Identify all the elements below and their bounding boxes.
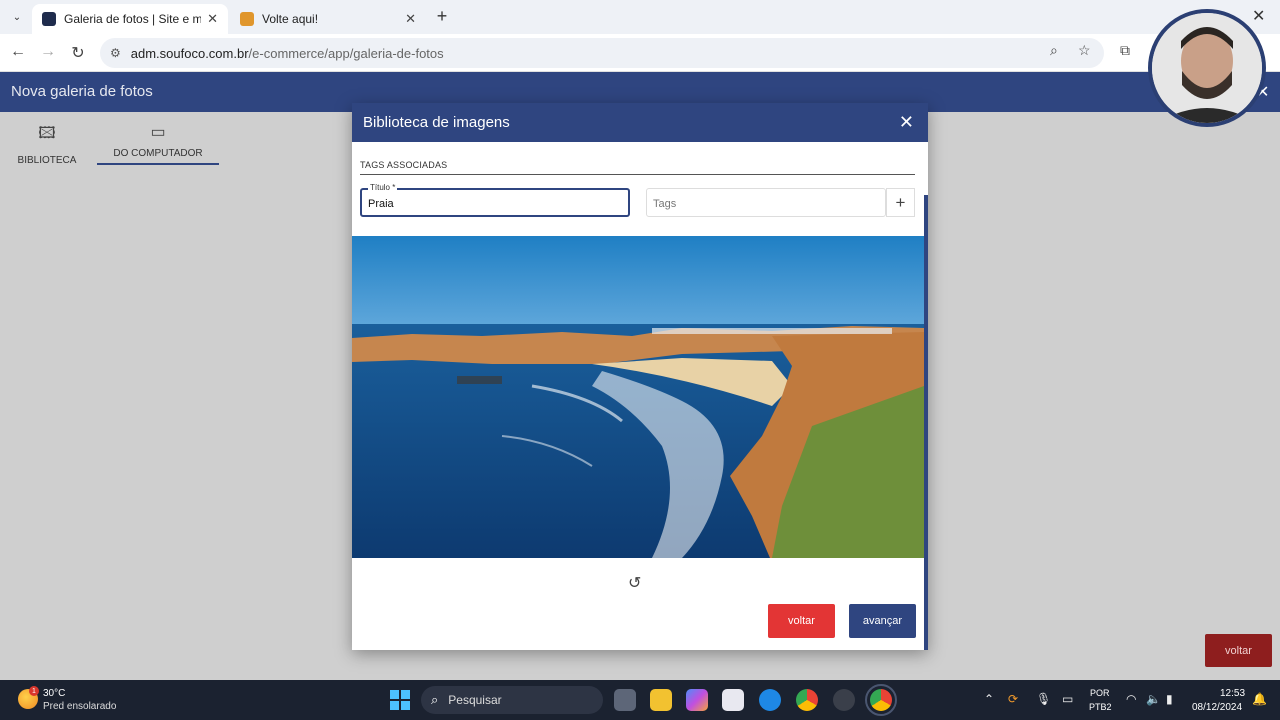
laptop-icon: ▭ <box>150 124 166 141</box>
next-button[interactable]: avançar <box>849 604 916 638</box>
microphone-icon[interactable]: 🎙 <box>1036 692 1051 706</box>
plus-icon: + <box>895 192 906 212</box>
tab-label: BIBLIOTECA <box>17 155 77 166</box>
windows-start-icon[interactable] <box>390 690 410 710</box>
tray-chevron-icon[interactable]: ⌃ <box>984 692 994 706</box>
title-field[interactable]: Título * <box>360 183 630 217</box>
title-field-label: Título * <box>368 183 398 192</box>
search-label: Pesquisar <box>448 693 502 707</box>
url-host: adm.soufoco.com.br <box>130 45 249 61</box>
add-tag-button[interactable]: + <box>886 188 915 217</box>
extensions-icon[interactable]: ⧉ <box>1120 42 1130 59</box>
back-button[interactable]: voltar <box>1205 634 1272 667</box>
tab-title: Volte aqui! <box>262 12 319 26</box>
page-title: Nova galeria de fotos <box>11 83 153 100</box>
tab-title: Galeria de fotos | Site e motor <box>64 12 202 26</box>
battery-saver-icon[interactable]: ▭ <box>1062 692 1073 706</box>
chrome-active-icon[interactable] <box>865 684 897 716</box>
task-view-icon[interactable] <box>614 689 636 711</box>
sync-icon[interactable]: ⟳ <box>1008 692 1018 706</box>
browser-tab-active[interactable]: Galeria de fotos | Site e motor ✕ <box>32 4 228 34</box>
scrollbar[interactable] <box>924 195 928 650</box>
battery-icon[interactable]: ▮ <box>1166 692 1173 706</box>
browser-tabstrip: ⌄ Galeria de fotos | Site e motor ✕ Volt… <box>0 0 1280 34</box>
weather-badge: 1 <box>29 686 39 696</box>
chrome-icon[interactable] <box>796 689 818 711</box>
url-text: adm.soufoco.com.br/e-commerce/app/galeri… <box>131 46 444 61</box>
keyboard-layout: PTB2 <box>1089 702 1112 712</box>
modal-header: Biblioteca de imagens <box>352 103 928 142</box>
tab-do-computador[interactable]: ▭ DO COMPUTADOR <box>97 122 219 165</box>
image-library-modal: Biblioteca de imagens ✕ TAGS ASSOCIADAS … <box>352 103 928 650</box>
weather-description: Pred ensolarado <box>43 701 117 712</box>
copilot-icon[interactable] <box>686 689 708 711</box>
image-add-icon: 🖾 <box>38 125 56 142</box>
url-path: /e-commerce/app/galeria-de-fotos <box>248 45 444 61</box>
windows-taskbar: 1 30°C Pred ensolarado ⌕ Pesquisar ⌃ ⟳ 🎙… <box>0 680 1280 720</box>
weather-temperature: 30°C <box>43 688 66 699</box>
site-favicon-icon <box>240 12 254 26</box>
close-tab-icon[interactable]: ✕ <box>405 11 416 27</box>
volume-icon[interactable]: 🔈 <box>1146 692 1161 706</box>
webcam-overlay <box>1148 9 1266 127</box>
reload-icon[interactable]: ↻ <box>68 43 88 63</box>
notification-icon[interactable]: 🔔 <box>1252 692 1267 706</box>
clock-time[interactable]: 12:53 <box>1220 688 1245 699</box>
back-button[interactable]: voltar <box>768 604 835 638</box>
image-crop-preview[interactable] <box>352 236 924 558</box>
wifi-icon[interactable]: ◠ <box>1126 692 1136 706</box>
bookmark-star-icon[interactable]: ☆ <box>1078 42 1091 59</box>
new-tab-icon[interactable]: + <box>432 6 452 27</box>
window-close-icon[interactable]: ✕ <box>1252 6 1265 26</box>
site-favicon-icon <box>42 12 56 26</box>
clock-date[interactable]: 08/12/2024 <box>1192 702 1242 713</box>
language-indicator[interactable]: POR <box>1090 688 1110 698</box>
divider <box>360 174 915 175</box>
rotate-icon[interactable]: ↺ <box>628 573 641 593</box>
zoom-icon[interactable]: ⌕ <box>1050 42 1058 59</box>
file-explorer-icon[interactable] <box>650 689 672 711</box>
address-bar[interactable]: ⚙ adm.soufoco.com.br/e-commerce/app/gale… <box>100 38 1104 68</box>
site-info-icon[interactable]: ⚙ <box>110 46 121 60</box>
presenter-avatar <box>1152 13 1262 123</box>
section-label: TAGS ASSOCIADAS <box>360 160 448 170</box>
tags-input[interactable] <box>647 189 885 216</box>
beach-cliff-photo <box>352 236 924 558</box>
modal-title: Biblioteca de imagens <box>363 114 510 131</box>
taskbar-search[interactable]: ⌕ Pesquisar <box>421 686 603 714</box>
browser-tab[interactable]: Volte aqui! ✕ <box>230 4 426 34</box>
search-icon: ⌕ <box>431 692 439 707</box>
tab-search-button[interactable]: ⌄ <box>6 6 28 28</box>
title-input[interactable] <box>362 190 628 215</box>
tab-label: DO COMPUTADOR <box>113 148 203 159</box>
close-icon[interactable]: ✕ <box>899 112 914 133</box>
back-arrow-icon[interactable]: ← <box>8 43 28 61</box>
browser-toolbar: ← → ↻ ⚙ adm.soufoco.com.br/e-commerce/ap… <box>0 34 1280 72</box>
tags-field[interactable] <box>646 188 886 217</box>
close-tab-icon[interactable]: ✕ <box>207 11 218 27</box>
edge-browser-icon[interactable] <box>759 689 781 711</box>
snipping-tool-icon[interactable] <box>722 689 744 711</box>
obs-icon[interactable] <box>833 689 855 711</box>
forward-arrow-icon[interactable]: → <box>38 43 58 61</box>
tab-biblioteca[interactable]: 🖾 BIBLIOTECA <box>0 122 102 166</box>
